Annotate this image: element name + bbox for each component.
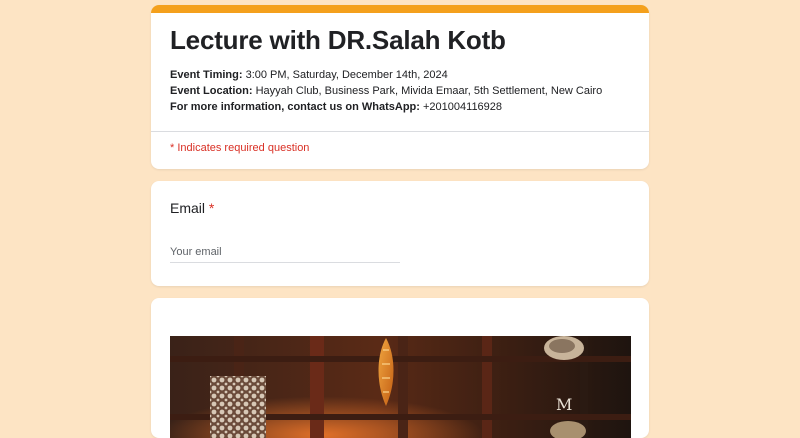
event-timing-label: Event Timing:: [170, 69, 243, 81]
email-question-card: Email *: [151, 181, 649, 286]
header-accent-bar: [151, 5, 649, 13]
event-location-label: Event Location:: [170, 85, 253, 97]
banner-illustration: M: [170, 336, 631, 438]
svg-text:M: M: [556, 395, 572, 414]
header-divider: [151, 131, 649, 132]
form-description: Event Timing: 3:00 PM, Saturday, Decembe…: [170, 67, 602, 115]
required-question-note: * Indicates required question: [170, 142, 310, 154]
email-input[interactable]: [170, 242, 400, 263]
required-asterisk: *: [208, 200, 215, 216]
event-location-line: Event Location: Hayyah Club, Business Pa…: [170, 83, 602, 99]
event-timing-line: Event Timing: 3:00 PM, Saturday, Decembe…: [170, 67, 602, 83]
event-location-value: Hayyah Club, Business Park, Mivida Emaar…: [252, 85, 603, 97]
contact-label: For more information, contact us on What…: [170, 101, 420, 113]
email-question-label: Email *: [170, 200, 214, 216]
contact-line: For more information, contact us on What…: [170, 99, 602, 115]
lecture-banner-image: M: [170, 336, 631, 438]
event-timing-value: 3:00 PM, Saturday, December 14th, 2024: [242, 69, 448, 81]
image-card: M: [151, 298, 649, 438]
form-title: Lecture with DR.Salah Kotb: [170, 25, 506, 55]
email-label-text: Email: [170, 200, 206, 216]
contact-value: +201004116928: [419, 101, 503, 113]
form-header-card: Lecture with DR.Salah Kotb Event Timing:…: [151, 5, 649, 169]
